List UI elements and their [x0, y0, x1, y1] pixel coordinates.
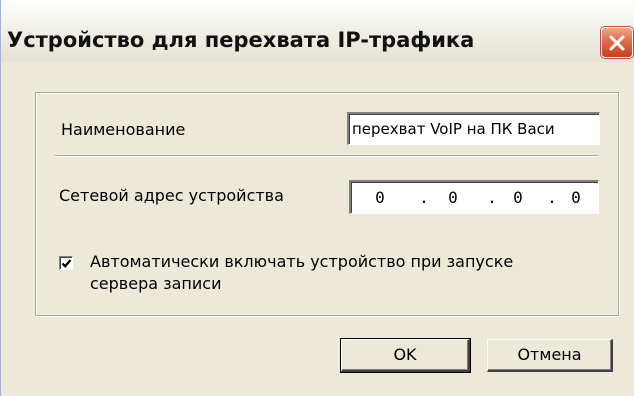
autostart-checkbox[interactable] — [59, 256, 73, 270]
ip-dot: . — [419, 188, 429, 207]
ip-octet-4[interactable]: 0 — [564, 188, 588, 207]
close-button[interactable] — [601, 27, 633, 58]
ok-button[interactable]: OK — [340, 338, 471, 373]
address-label: Сетевой адрес устройства — [59, 186, 284, 205]
checkmark-icon — [61, 259, 72, 268]
window-title: Устройство для перехвата IP-трафика — [7, 28, 475, 52]
ip-dot: . — [487, 188, 497, 207]
ip-dot: . — [547, 188, 557, 207]
ip-address-field[interactable]: 0 . 0 . 0 . 0 — [349, 180, 599, 214]
name-label: Наименование — [61, 120, 186, 139]
autostart-label-line2[interactable]: сервера записи — [90, 274, 221, 293]
title-bar[interactable]: Устройство для перехвата IP-трафика — [1, 0, 634, 62]
divider — [55, 155, 598, 157]
autostart-label-line1[interactable]: Автоматически включать устройство при за… — [90, 252, 513, 271]
name-input[interactable]: перехват VoIP на ПК Васи — [347, 112, 600, 145]
close-icon — [609, 35, 625, 51]
ip-octet-1[interactable]: 0 — [368, 188, 392, 207]
ip-capture-device-dialog: Устройство для перехвата IP-трафика Наим… — [0, 0, 634, 396]
cancel-button[interactable]: Отмена — [487, 339, 613, 372]
ip-octet-2[interactable]: 0 — [441, 188, 465, 207]
ip-octet-3[interactable]: 0 — [506, 188, 530, 207]
